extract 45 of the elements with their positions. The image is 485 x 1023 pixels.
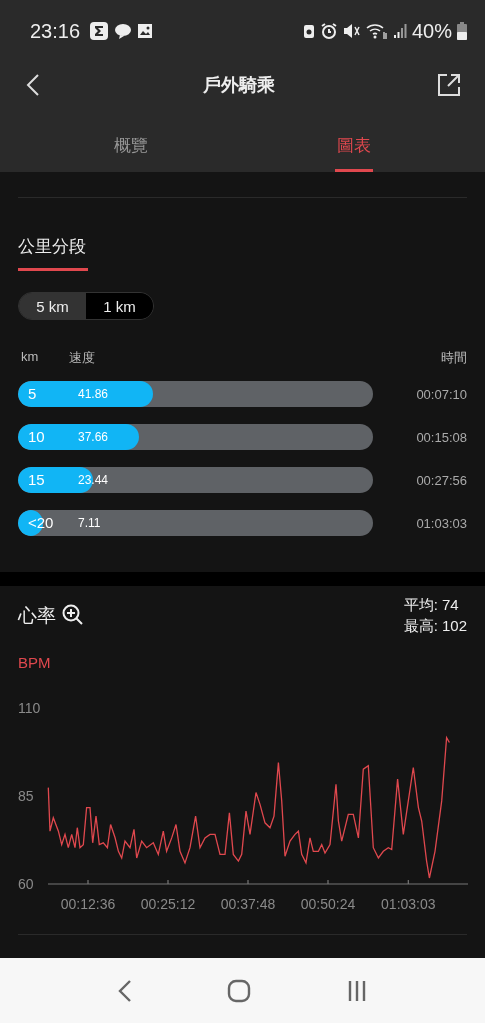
wifi-icon bbox=[365, 22, 388, 40]
section-title: 心率 bbox=[18, 604, 56, 628]
column-header: 時間 bbox=[441, 349, 467, 367]
tab[interactable]: 圖表 bbox=[334, 108, 373, 172]
speed-value: 7.11 bbox=[78, 516, 101, 530]
tab[interactable]: 概覽 bbox=[112, 108, 151, 172]
alarm-icon bbox=[319, 22, 338, 40]
column-header: 速度 bbox=[69, 349, 96, 367]
km-label: 10 bbox=[28, 428, 45, 445]
y-tick-label: 110 bbox=[18, 700, 41, 716]
app-icon bbox=[89, 21, 110, 41]
mute-icon bbox=[342, 23, 361, 39]
battery-percentage: 40% bbox=[411, 19, 452, 43]
unit-toggle[interactable]: 5 km bbox=[19, 293, 86, 319]
zoom-in-icon[interactable] bbox=[62, 604, 84, 626]
chat-icon bbox=[114, 23, 133, 39]
unit-toggle[interactable]: 1 km bbox=[86, 293, 153, 319]
km-label: 15 bbox=[28, 471, 45, 488]
section-title: 公里分段 bbox=[18, 198, 88, 271]
km-label: 5 bbox=[28, 385, 37, 402]
time-value: 01:03:03 bbox=[415, 515, 467, 531]
y-tick-label: 85 bbox=[18, 788, 34, 804]
x-tick-label: 00:50:24 bbox=[300, 896, 356, 912]
x-tick-label: 00:37:48 bbox=[220, 896, 276, 912]
time-value: 00:15:08 bbox=[415, 429, 467, 445]
max-value: 最高: 102 bbox=[403, 616, 467, 636]
x-tick-label: 00:12:36 bbox=[60, 896, 116, 912]
x-tick-label: 00:25:12 bbox=[140, 896, 196, 912]
status-time: 23:16 bbox=[30, 19, 81, 43]
x-tick-label: 01:03:03 bbox=[381, 896, 436, 912]
average-value: 平均: 74 bbox=[403, 595, 460, 615]
back-icon[interactable] bbox=[117, 978, 134, 1003]
battery-saver-icon bbox=[302, 23, 315, 39]
battery-icon bbox=[457, 22, 467, 40]
speed-value: 37.66 bbox=[78, 430, 109, 444]
unit-label: BPM bbox=[17, 653, 52, 671]
y-tick-label: 60 bbox=[18, 876, 34, 892]
home-icon[interactable] bbox=[227, 978, 252, 1003]
page-title: 戶外騎乘 bbox=[202, 74, 275, 97]
time-value: 00:07:10 bbox=[415, 386, 467, 402]
image-icon bbox=[137, 23, 154, 39]
speed-value: 41.86 bbox=[78, 387, 109, 401]
signal-icon bbox=[392, 23, 407, 39]
column-header: km bbox=[20, 349, 40, 366]
time-value: 00:27:56 bbox=[415, 472, 467, 488]
